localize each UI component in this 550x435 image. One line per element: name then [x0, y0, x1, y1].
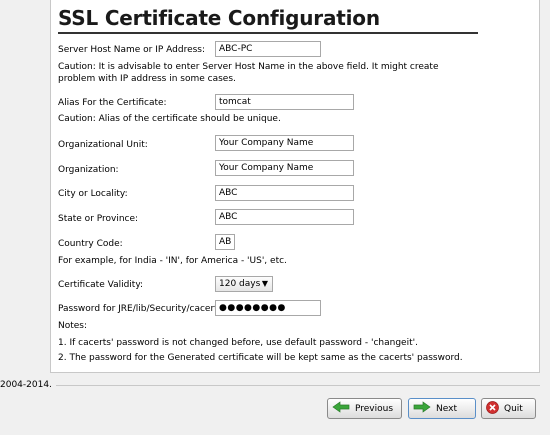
- org-unit-label: Organizational Unit:: [58, 140, 148, 150]
- footer-divider: [48, 385, 540, 386]
- previous-label: Previous: [355, 403, 394, 414]
- arrow-right-icon: [413, 401, 431, 416]
- alias-input[interactable]: tomcat: [215, 94, 354, 110]
- city-input[interactable]: ABC: [215, 185, 354, 201]
- validity-value: 120 days: [219, 279, 261, 289]
- host-input[interactable]: ABC-PC: [215, 41, 321, 57]
- previous-button[interactable]: Previous: [327, 398, 402, 419]
- chevron-down-icon: ▼: [261, 279, 268, 288]
- password-input[interactable]: ●●●●●●●●: [215, 300, 321, 316]
- country-label: Country Code:: [58, 239, 123, 249]
- arrow-left-icon: [332, 401, 350, 416]
- alias-caution: Caution: Alias of the certificate should…: [58, 114, 281, 124]
- country-example: For example, for India - 'IN', for Ameri…: [58, 256, 287, 266]
- quit-label: Quit: [504, 403, 523, 414]
- city-label: City or Locality:: [58, 189, 128, 199]
- alias-label: Alias For the Certificate:: [58, 98, 167, 108]
- org-input[interactable]: Your Company Name: [215, 160, 354, 176]
- host-label: Server Host Name or IP Address:: [58, 45, 206, 55]
- country-input[interactable]: AB: [215, 234, 235, 250]
- validity-label: Certificate Validity:: [58, 280, 144, 290]
- host-caution: Caution: It is advisable to enter Server…: [58, 62, 439, 84]
- validity-select[interactable]: 120 days ▼: [215, 276, 273, 292]
- org-label: Organization:: [58, 165, 119, 175]
- state-input[interactable]: ABC: [215, 209, 354, 225]
- notes-heading: Notes:: [58, 321, 88, 331]
- copyright-text: 2004-2014.: [0, 380, 56, 390]
- page-title: SSL Certificate Configuration: [58, 6, 478, 34]
- password-label: Password for JRE/lib/Security/cacerts:: [58, 304, 226, 314]
- close-icon: [486, 400, 499, 417]
- note-item: 2. The password for the Generated certif…: [58, 353, 463, 363]
- next-label: Next: [436, 403, 457, 414]
- note-item: 1. If cacerts' password is not changed b…: [58, 338, 418, 348]
- org-unit-input[interactable]: Your Company Name: [215, 135, 354, 151]
- state-label: State or Province:: [58, 214, 139, 224]
- next-button[interactable]: Next: [408, 398, 476, 419]
- quit-button[interactable]: Quit: [481, 398, 536, 419]
